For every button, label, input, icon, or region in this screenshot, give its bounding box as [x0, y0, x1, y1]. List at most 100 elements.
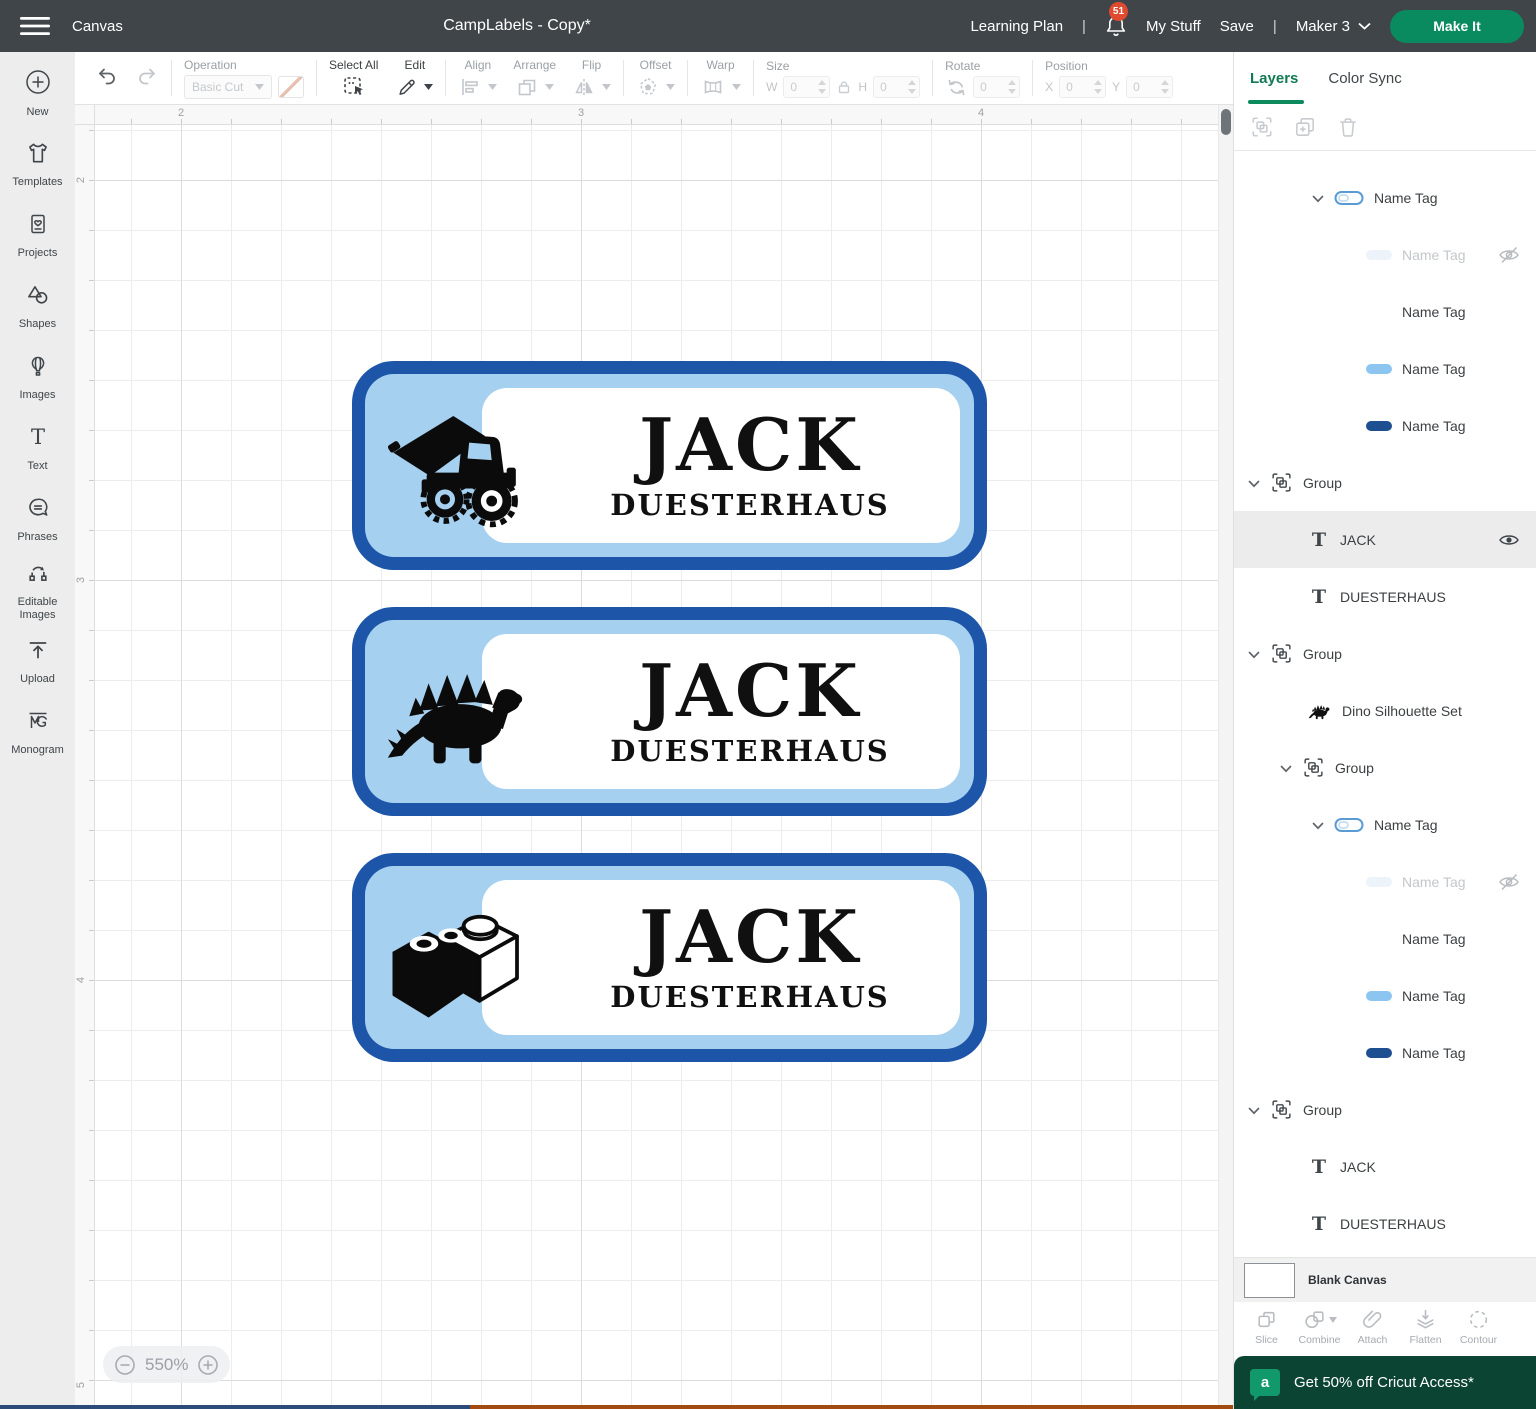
- layer-row[interactable]: Group: [1234, 625, 1536, 682]
- layer-row[interactable]: Dino Silhouette Set: [1234, 682, 1536, 739]
- select-all-button[interactable]: Select All: [329, 58, 378, 99]
- position-x-input[interactable]: 0: [1059, 76, 1106, 98]
- hidden-icon[interactable]: [1498, 246, 1520, 264]
- zoom-level: 550%: [145, 1355, 188, 1375]
- align-button[interactable]: Align: [458, 58, 497, 99]
- name-tag-label[interactable]: JACKDUESTERHAUS: [352, 853, 987, 1062]
- sidebar-item-shapes[interactable]: Shapes: [0, 271, 75, 342]
- sidebar-item-upload[interactable]: Upload: [0, 626, 75, 697]
- machine-name: Maker 3: [1296, 18, 1350, 35]
- layer-row[interactable]: Name Tag: [1234, 853, 1536, 910]
- sidebar-item-images[interactable]: Images: [0, 342, 75, 413]
- color-swatch-button[interactable]: [278, 76, 304, 98]
- combine-button[interactable]: Combine: [1293, 1308, 1346, 1346]
- canvas-scrollbar[interactable]: [1218, 105, 1233, 1409]
- ruler-left: 2345: [75, 125, 95, 1409]
- make-it-button[interactable]: Make It: [1390, 10, 1524, 43]
- layer-row[interactable]: Name Tag: [1234, 283, 1536, 340]
- layer-row[interactable]: Name Tag: [1234, 1024, 1536, 1081]
- sidebar-item-templates[interactable]: Templates: [0, 129, 75, 200]
- layer-row[interactable]: TDUESTERHAUS: [1234, 568, 1536, 625]
- layer-row[interactable]: TJACK: [1234, 1138, 1536, 1195]
- warp-button[interactable]: Warp: [700, 58, 741, 99]
- operation-select[interactable]: Basic Cut: [184, 75, 272, 99]
- layer-row[interactable]: Group: [1234, 1081, 1536, 1138]
- offset-button[interactable]: Offset: [636, 58, 675, 99]
- layer-row[interactable]: TJACK: [1234, 511, 1536, 568]
- machine-selector[interactable]: Maker 3: [1296, 18, 1371, 35]
- phrases-icon: [25, 495, 51, 526]
- cricut-access-banner[interactable]: a Get 50% off Cricut Access*: [1234, 1356, 1536, 1409]
- layer-row[interactable]: Name Tag: [1234, 796, 1536, 853]
- tab-color-sync[interactable]: Color Sync: [1328, 52, 1401, 104]
- visible-icon[interactable]: [1498, 532, 1520, 548]
- menu-icon[interactable]: [20, 15, 50, 37]
- my-stuff-link[interactable]: My Stuff: [1146, 18, 1201, 35]
- new-icon: [24, 68, 52, 101]
- undo-icon[interactable]: [95, 64, 119, 93]
- flip-button[interactable]: Flip: [572, 58, 611, 99]
- height-input[interactable]: 0: [873, 76, 920, 98]
- arrange-button[interactable]: Arrange: [513, 58, 556, 99]
- contour-button[interactable]: Contour: [1452, 1308, 1505, 1346]
- scrollbar-thumb[interactable]: [1221, 109, 1231, 135]
- save-link[interactable]: Save: [1220, 18, 1254, 35]
- name-tag-label[interactable]: JACKDUESTERHAUS: [352, 361, 987, 570]
- group-icon: [1302, 756, 1325, 779]
- group-button-icon[interactable]: [1250, 115, 1274, 139]
- width-input[interactable]: 0: [783, 76, 830, 98]
- name-line2: DUESTERHAUS: [610, 980, 889, 1014]
- slice-button[interactable]: Slice: [1240, 1308, 1293, 1346]
- chevron-down-icon: [488, 84, 497, 90]
- chevron-down-icon[interactable]: [1248, 1102, 1260, 1118]
- layer-row[interactable]: Group: [1234, 739, 1536, 796]
- sidebar-item-projects[interactable]: Projects: [0, 200, 75, 271]
- layer-label: Group: [1303, 1102, 1342, 1118]
- name-tag-label[interactable]: JACKDUESTERHAUS: [352, 607, 987, 816]
- chevron-down-icon[interactable]: [1312, 817, 1324, 833]
- zoom-control: 550%: [103, 1346, 230, 1383]
- redo-icon[interactable]: [135, 64, 159, 93]
- rotate-input[interactable]: 0: [973, 76, 1020, 98]
- ruler-corner: [75, 105, 95, 125]
- ruler-top: 234: [95, 105, 1233, 125]
- chevron-down-icon[interactable]: [1280, 760, 1292, 776]
- tab-layers[interactable]: Layers: [1250, 52, 1298, 104]
- learning-plan-link[interactable]: Learning Plan: [970, 18, 1063, 35]
- sidebar-item-new[interactable]: New: [0, 58, 75, 129]
- chevron-down-icon[interactable]: [1248, 646, 1260, 662]
- layer-row[interactable]: TDUESTERHAUS: [1234, 1195, 1536, 1252]
- edit-toolbar: Operation Basic Cut Select All Edit: [75, 52, 1233, 105]
- canvas-breadcrumb[interactable]: Canvas: [72, 18, 123, 35]
- position-y-input[interactable]: 0: [1126, 76, 1173, 98]
- edit-button[interactable]: Edit: [396, 58, 433, 99]
- name-tag-inner: JACKDUESTERHAUS: [365, 620, 974, 803]
- blank-canvas-row[interactable]: Blank Canvas: [1234, 1257, 1536, 1302]
- position-group: Position X 0 Y 0: [1045, 59, 1173, 98]
- layer-row[interactable]: Name Tag: [1234, 340, 1536, 397]
- layer-row[interactable]: Name Tag: [1234, 910, 1536, 967]
- sidebar-item-monogram[interactable]: Monogram: [0, 697, 75, 768]
- notifications-button[interactable]: 51: [1105, 14, 1127, 38]
- ruler-number: 2: [178, 107, 184, 119]
- sidebar-item-editable-images[interactable]: Editable Images: [0, 555, 75, 626]
- delete-button-icon[interactable]: [1336, 115, 1360, 139]
- chevron-down-icon[interactable]: [1248, 475, 1260, 491]
- design-canvas[interactable]: 234 2345 JACKDUESTERHAUS JACKDUESTERHAUS J…: [75, 105, 1233, 1409]
- layer-row[interactable]: Name Tag: [1234, 967, 1536, 1024]
- sidebar-item-text[interactable]: TText: [0, 413, 75, 484]
- layer-row[interactable]: Group: [1234, 454, 1536, 511]
- attach-button[interactable]: Attach: [1346, 1308, 1399, 1346]
- arrange-icon: [515, 75, 539, 99]
- sidebar-item-phrases[interactable]: Phrases: [0, 484, 75, 555]
- hidden-icon[interactable]: [1498, 873, 1520, 891]
- flatten-button[interactable]: Flatten: [1399, 1308, 1452, 1346]
- layer-row[interactable]: Name Tag: [1234, 169, 1536, 226]
- layer-row[interactable]: Name Tag: [1234, 397, 1536, 454]
- chevron-down-icon[interactable]: [1312, 190, 1324, 206]
- duplicate-button-icon[interactable]: [1293, 115, 1317, 139]
- zoom-out-icon[interactable]: [114, 1354, 136, 1376]
- layer-row[interactable]: Name Tag: [1234, 226, 1536, 283]
- zoom-in-icon[interactable]: [197, 1354, 219, 1376]
- group-icon: [1270, 471, 1293, 494]
